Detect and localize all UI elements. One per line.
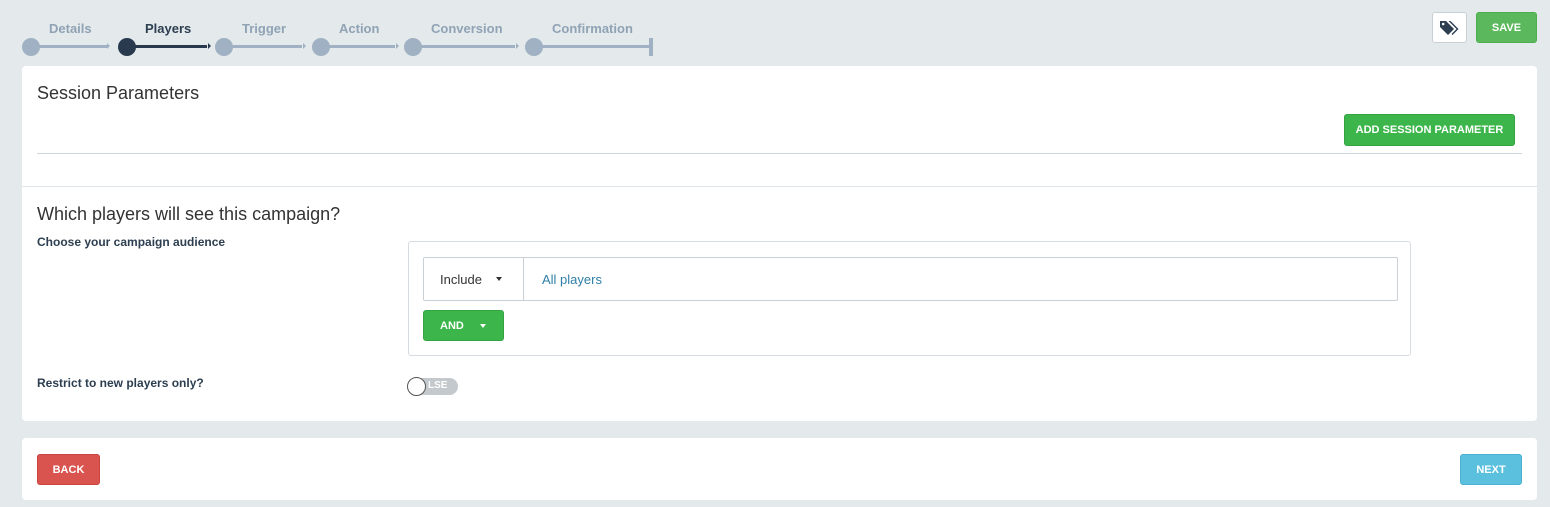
back-button[interactable]: BACK [37, 454, 100, 485]
restrict-new-players-toggle[interactable]: LSE [407, 377, 458, 396]
and-button-label: AND [440, 319, 464, 332]
add-session-parameter-button[interactable]: ADD SESSION PARAMETER [1344, 114, 1515, 146]
step-conversion-label[interactable]: Conversion [431, 21, 503, 36]
toggle-state-text: LSE [428, 380, 448, 391]
step-players-label[interactable]: Players [145, 21, 191, 36]
step-end-marker [649, 38, 653, 56]
top-bar: Details Players Trigger Action Conversio… [0, 0, 1550, 66]
audience-rule-box: Include All players AND [408, 241, 1411, 356]
step-connector [31, 45, 107, 48]
step-confirmation-dot[interactable] [525, 38, 543, 56]
step-details-dot[interactable] [22, 38, 40, 56]
next-button[interactable]: NEXT [1460, 454, 1522, 485]
tags-button[interactable] [1432, 12, 1467, 43]
step-connector-active [127, 45, 207, 48]
restrict-new-players-label: Restrict to new players only? [37, 376, 204, 390]
include-select-value: Include [440, 271, 482, 287]
step-action-label[interactable]: Action [339, 21, 379, 36]
audience-rule-row: Include All players [423, 257, 1398, 301]
step-confirmation-label[interactable]: Confirmation [552, 21, 633, 36]
step-arrow-active [208, 43, 211, 49]
step-connector [321, 45, 395, 48]
step-arrow [516, 43, 519, 49]
step-details-label[interactable]: Details [49, 21, 92, 36]
caret-down-icon [479, 323, 486, 328]
step-arrow [303, 43, 306, 49]
and-button[interactable]: AND [423, 310, 504, 341]
section-divider [22, 186, 1537, 187]
caret-down-icon [495, 277, 502, 281]
audience-title: Which players will see this campaign? [37, 204, 341, 224]
session-parameters-title: Session Parameters [37, 83, 200, 103]
step-trigger-label[interactable]: Trigger [242, 21, 286, 36]
step-arrow [396, 43, 399, 49]
section-divider [37, 153, 1522, 154]
save-button[interactable]: SAVE [1476, 12, 1537, 43]
step-action-dot[interactable] [312, 38, 330, 56]
step-connector [534, 45, 649, 48]
audience-label: Choose your campaign audience [37, 235, 226, 249]
wizard-progress: Details Players Trigger Action Conversio… [22, 0, 662, 66]
step-conversion-dot[interactable] [404, 38, 422, 56]
main-panel: Session Parameters ADD SESSION PARAMETER… [22, 66, 1537, 421]
footer-panel: BACK NEXT [22, 438, 1537, 500]
include-select[interactable]: Include [424, 258, 524, 300]
step-arrow [107, 43, 110, 49]
tags-icon [1439, 20, 1458, 35]
step-connector [413, 45, 515, 48]
step-connector [224, 45, 302, 48]
step-trigger-dot[interactable] [215, 38, 233, 56]
audience-segment-link[interactable]: All players [524, 258, 1397, 300]
step-players-dot[interactable] [118, 38, 136, 56]
toggle-knob [407, 377, 426, 396]
